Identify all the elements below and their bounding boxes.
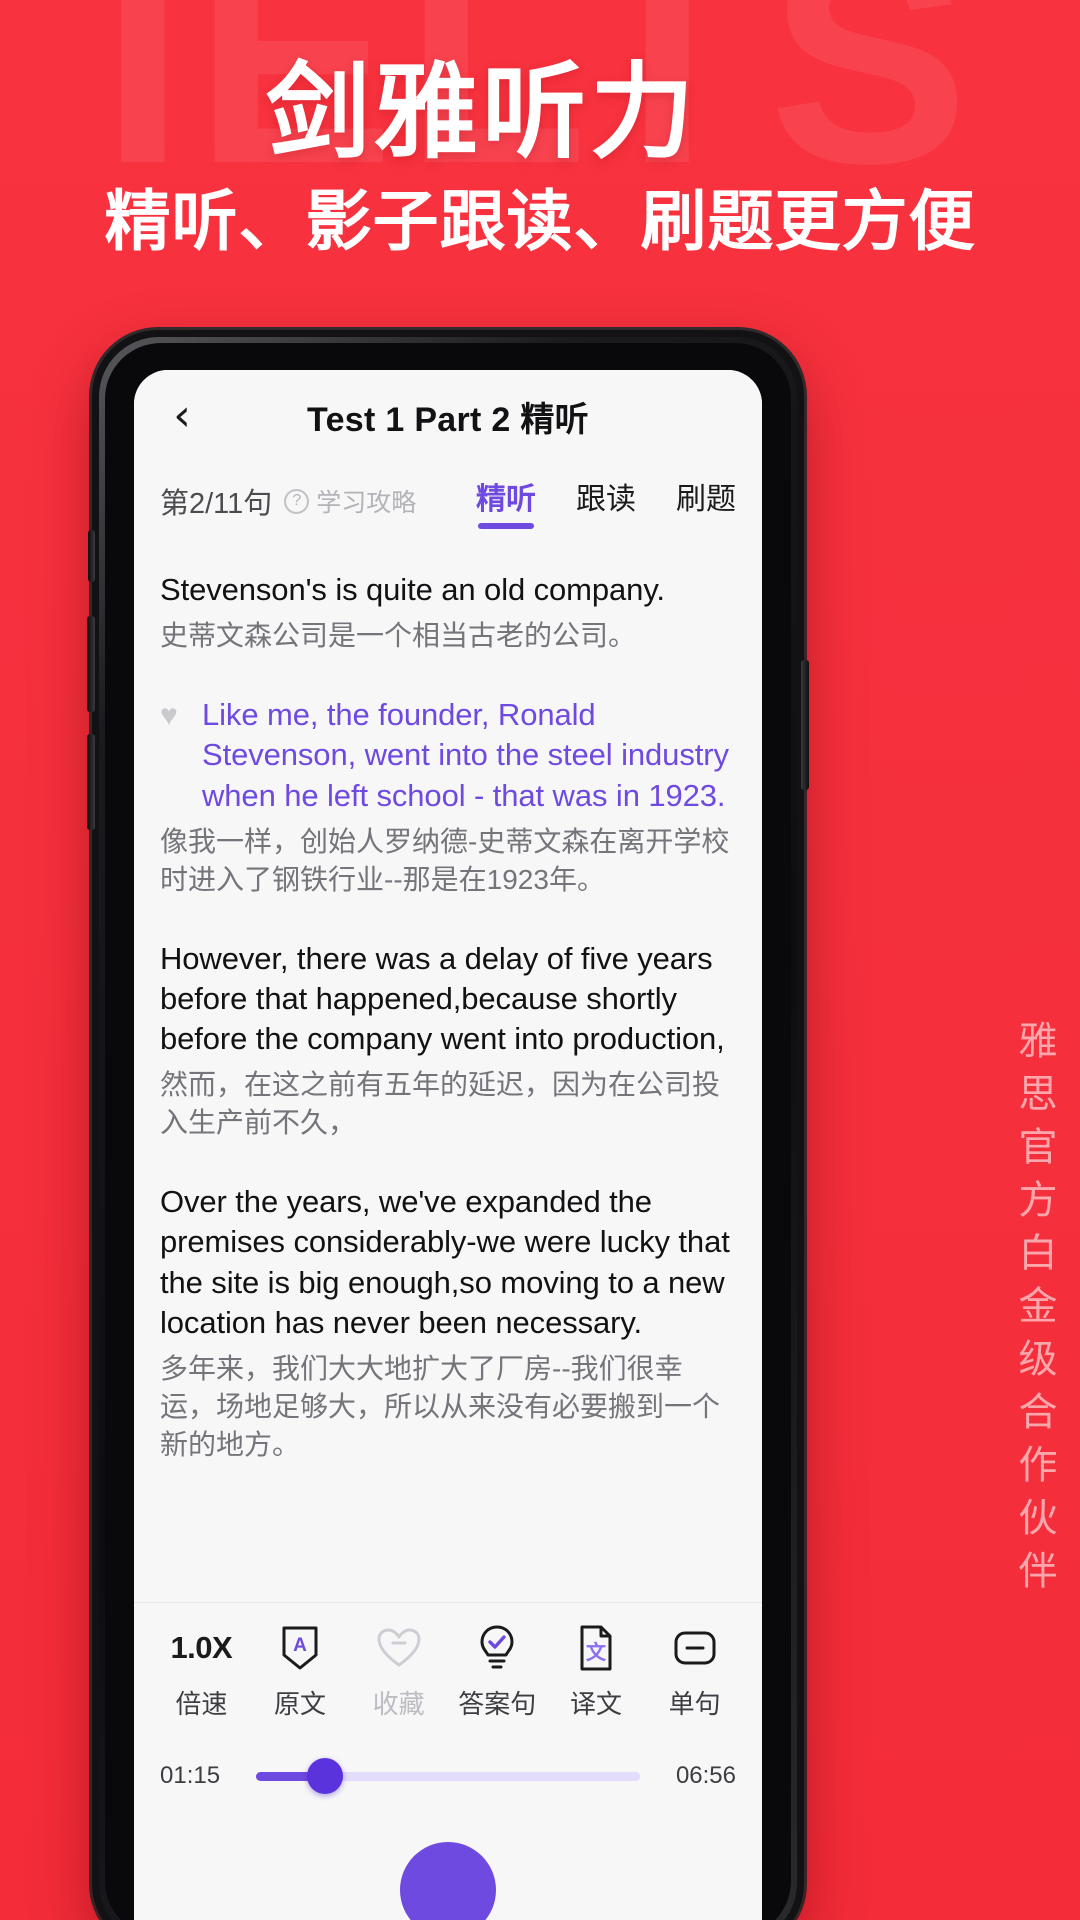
- play-button[interactable]: [400, 1842, 496, 1920]
- transcript-chinese: 多年来，我们大大地扩大了厂房--我们很幸运，场地足够大，所以从来没有必要搬到一个…: [160, 1353, 721, 1460]
- poster-headline: 剑雅听力: [265, 51, 698, 173]
- tab-shadowing[interactable]: 跟读: [576, 474, 636, 529]
- sentence-counter: 第2/11句: [160, 488, 273, 520]
- transcript-english: Like me, the founder, Ronald Stevenson, …: [202, 697, 729, 813]
- transcript-english: However, there was a delay of five years…: [160, 940, 725, 1057]
- sub-header: 第2/11句 ? 学习攻略 精听 跟读 刷题: [134, 462, 762, 540]
- back-chevron-icon[interactable]: ‹: [160, 394, 204, 438]
- phone-mockup: ‹ Test 1 Part 2 精听 第2/11句 ? 学习攻略 精听 跟读 刷…: [87, 330, 809, 1920]
- transcript-english: Over the years, we've expanded the premi…: [160, 1184, 730, 1340]
- transcript-item[interactable]: Over the years, we've expanded the premi…: [160, 1182, 736, 1464]
- poster-headline-block: 剑雅听力 精听、影子跟读、刷题更方便: [0, 54, 1080, 260]
- study-guide-link[interactable]: ? 学习攻略: [284, 483, 416, 519]
- heart-icon[interactable]: ♥: [160, 701, 190, 731]
- transcript-chinese: 然而，在这之前有五年的延迟，因为在公司投入生产前不久，: [160, 1069, 721, 1139]
- mode-tabs: 精听 跟读 刷题: [476, 474, 736, 529]
- app-header: ‹ Test 1 Part 2 精听: [134, 370, 762, 462]
- svg-text:A: A: [293, 1635, 307, 1656]
- transcript-chinese: 史蒂文森公司是一个相当古老的公司。: [160, 620, 637, 652]
- study-guide-label: 学习攻略: [316, 489, 417, 517]
- lightbulb-check-icon: [477, 1623, 517, 1673]
- transcript-item-active[interactable]: ♥ Like me, the founder, Ronald Stevenson…: [160, 695, 736, 898]
- translate-file-icon: 文: [576, 1623, 616, 1673]
- heart-minus-icon: [376, 1623, 422, 1673]
- tab-practice[interactable]: 刷题: [676, 474, 736, 529]
- transcript-item[interactable]: Stevenson's is quite an old company. 史蒂文…: [160, 570, 736, 655]
- speed-value-icon: 1.0X: [170, 1623, 232, 1673]
- progress-slider[interactable]: [256, 1758, 640, 1794]
- tool-original-text-label: 原文: [273, 1688, 326, 1719]
- svg-text:文: 文: [586, 1640, 607, 1664]
- page-title: Test 1 Part 2 精听: [307, 400, 589, 439]
- tool-single-sentence[interactable]: 单句: [649, 1623, 741, 1721]
- phone-screen: ‹ Test 1 Part 2 精听 第2/11句 ? 学习攻略 精听 跟读 刷…: [134, 370, 762, 1920]
- total-time: 06:56: [675, 1762, 736, 1789]
- tool-favorite[interactable]: 收藏: [353, 1623, 445, 1721]
- question-circle-icon: ?: [284, 488, 310, 514]
- transcript-list[interactable]: Stevenson's is quite an old company. 史蒂文…: [134, 540, 762, 1602]
- tool-translation-label: 译文: [569, 1688, 622, 1719]
- single-sentence-icon: [672, 1623, 718, 1673]
- current-time: 01:15: [160, 1762, 221, 1789]
- player-toolbar: 1.0X 倍速 A 原文 收藏 答案句 文 译文 单句: [134, 1602, 762, 1740]
- transcript-english: Stevenson's is quite an old company.: [160, 572, 665, 607]
- mute-switch-button[interactable]: [88, 530, 95, 582]
- player-progress: 01:15 06:56: [134, 1740, 762, 1794]
- transcript-chinese: 像我一样，创始人罗纳德-史蒂文森在离开学校时进入了钢铁行业--那是在1923年。: [160, 825, 730, 895]
- volume-down-button[interactable]: [87, 734, 95, 830]
- tab-intensive-listening[interactable]: 精听: [476, 474, 536, 529]
- poster-subheadline: 精听、影子跟读、刷题更方便: [104, 183, 976, 261]
- speed-value: 1.0X: [170, 1629, 233, 1665]
- tool-answer-sentence-label: 答案句: [458, 1688, 537, 1719]
- tool-speed[interactable]: 1.0X 倍速: [155, 1623, 247, 1721]
- volume-up-button[interactable]: [87, 616, 95, 712]
- tool-speed-label: 倍速: [175, 1688, 228, 1719]
- progress-knob[interactable]: [307, 1758, 344, 1794]
- tool-single-sentence-label: 单句: [668, 1688, 721, 1719]
- partner-badge-text: 雅思官方白金级合作伙伴: [1012, 1020, 1057, 1603]
- tool-favorite-label: 收藏: [372, 1688, 425, 1719]
- tool-original-text[interactable]: A 原文: [254, 1623, 346, 1721]
- tool-answer-sentence[interactable]: 答案句: [451, 1623, 543, 1721]
- tool-translation[interactable]: 文 译文: [550, 1623, 642, 1721]
- transcript-item[interactable]: However, there was a delay of five years…: [160, 939, 736, 1142]
- original-text-badge-icon: A: [280, 1623, 320, 1673]
- power-button[interactable]: [801, 660, 809, 790]
